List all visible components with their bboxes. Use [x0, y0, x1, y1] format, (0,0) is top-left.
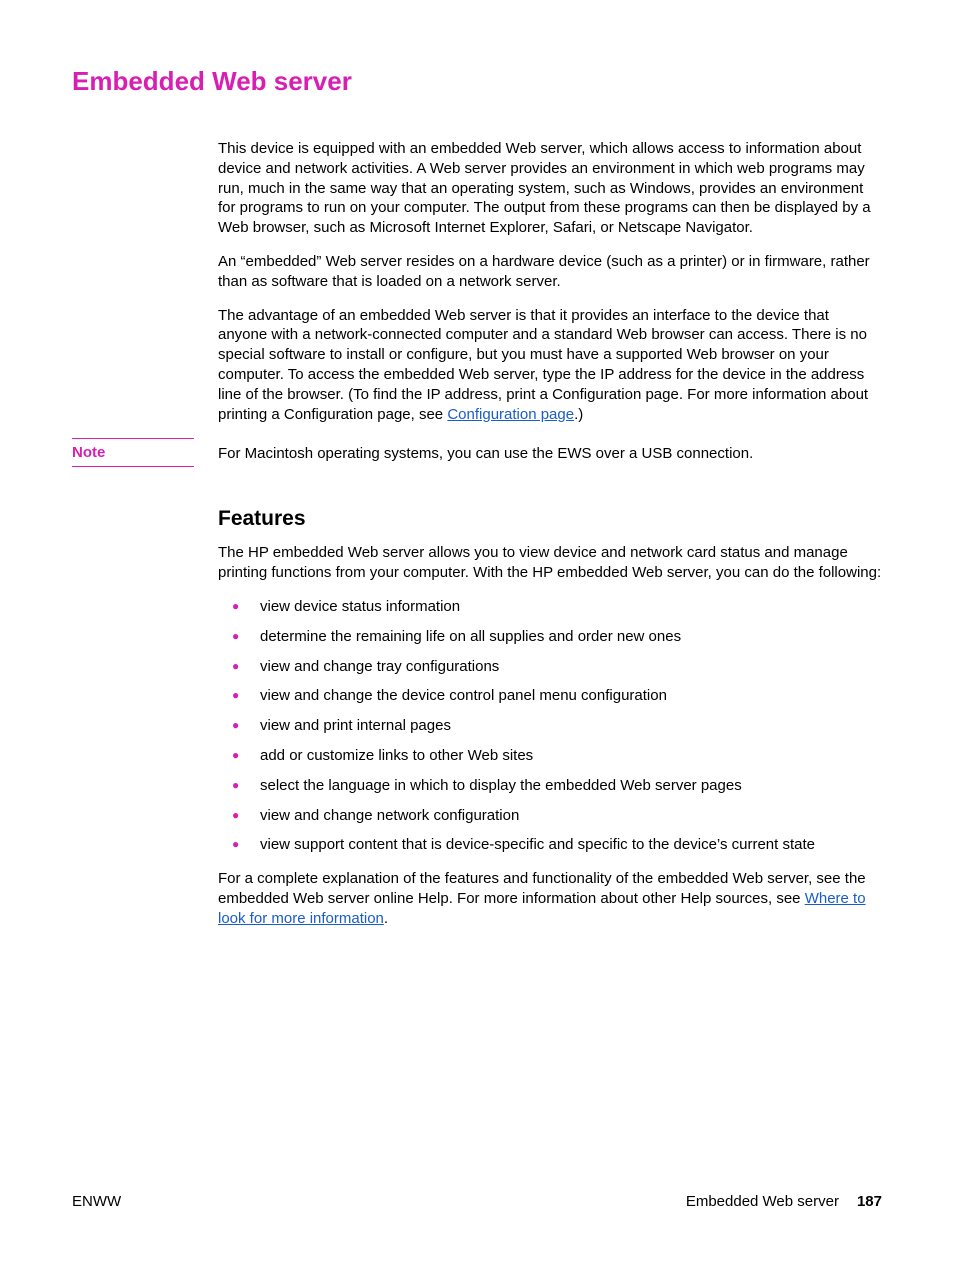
footer-left: ENWW — [72, 1193, 121, 1210]
features-section: Features The HP embedded Web server allo… — [218, 507, 882, 928]
page-number: 187 — [857, 1193, 882, 1210]
note-block: Note For Macintosh operating systems, yo… — [72, 438, 882, 467]
list-item: add or customize links to other Web site… — [218, 746, 882, 766]
page-footer: ENWW Embedded Web server 187 — [72, 1193, 882, 1210]
intro-section: This device is equipped with an embedded… — [218, 139, 882, 424]
list-item: view support content that is device-spec… — [218, 835, 882, 855]
page-title: Embedded Web server — [72, 66, 882, 97]
footer-right: Embedded Web server 187 — [686, 1193, 882, 1210]
list-item: view and change tray configurations — [218, 657, 882, 677]
paragraph: This device is equipped with an embedded… — [218, 139, 882, 238]
paragraph: The advantage of an embedded Web server … — [218, 306, 882, 425]
list-item: view device status information — [218, 597, 882, 617]
document-page: Embedded Web server This device is equip… — [0, 0, 954, 929]
note-label: Note — [72, 438, 194, 467]
features-list: view device status information determine… — [218, 597, 882, 855]
list-item: view and change network configuration — [218, 806, 882, 826]
footer-section-label: Embedded Web server — [686, 1193, 839, 1210]
list-item: determine the remaining life on all supp… — [218, 627, 882, 647]
paragraph-text: For a complete explanation of the featur… — [218, 870, 866, 907]
paragraph-text: .) — [574, 406, 583, 423]
features-outro: For a complete explanation of the featur… — [218, 869, 882, 928]
paragraph: An “embedded” Web server resides on a ha… — [218, 252, 882, 292]
features-intro: The HP embedded Web server allows you to… — [218, 543, 882, 583]
paragraph-text: . — [384, 910, 388, 927]
note-body: For Macintosh operating systems, you can… — [218, 438, 882, 464]
list-item: view and print internal pages — [218, 716, 882, 736]
note-label-wrap: Note — [72, 438, 218, 467]
configuration-page-link[interactable]: Configuration page — [447, 406, 574, 423]
list-item: select the language in which to display … — [218, 776, 882, 796]
features-heading: Features — [218, 507, 882, 531]
list-item: view and change the device control panel… — [218, 686, 882, 706]
